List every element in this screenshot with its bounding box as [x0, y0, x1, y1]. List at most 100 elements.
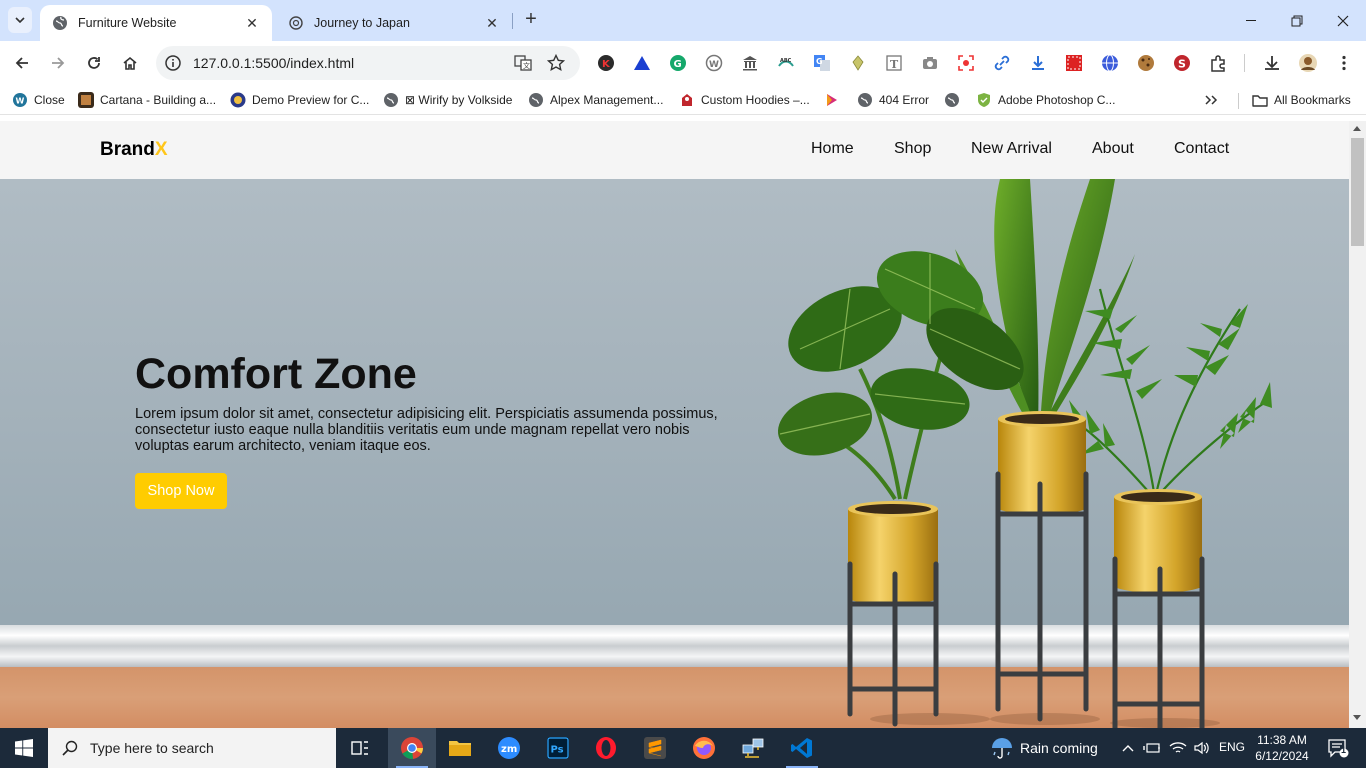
bookmark-wirify[interactable]: ⊠ Wirify by Volkside	[383, 91, 512, 109]
svg-text:W: W	[16, 97, 25, 106]
home-button[interactable]	[118, 51, 142, 75]
arrow-left-icon	[15, 57, 28, 69]
bookmark-cartana[interactable]: Cartana - Building a...	[78, 91, 216, 109]
bookmark-photoshop[interactable]: Adobe Photoshop C...	[976, 91, 1115, 109]
start-button[interactable]	[0, 728, 48, 768]
bookmark-404-error[interactable]: 404 Error	[857, 91, 929, 109]
tab-furniture-website[interactable]: Furniture Website ✕	[40, 5, 272, 41]
new-tab-button[interactable]: +	[520, 9, 542, 31]
tab-search-button[interactable]	[8, 7, 32, 33]
system-clock[interactable]: 11:38 AM 6/12/2024	[1254, 732, 1310, 764]
globe-icon	[384, 93, 398, 107]
taskbar-chrome[interactable]	[388, 728, 436, 768]
scroll-up-arrow-icon[interactable]	[1353, 126, 1361, 131]
abc-extension-icon[interactable]: ABC	[776, 53, 796, 73]
clock-time: 11:38 AM	[1257, 733, 1307, 747]
cookie-icon[interactable]	[1136, 53, 1156, 73]
network-computers-icon	[742, 738, 764, 758]
extensions-puzzle-icon[interactable]	[1208, 53, 1228, 73]
grammarly-icon[interactable]: G	[668, 53, 688, 73]
weather-widget[interactable]	[982, 728, 1022, 768]
svg-text:zm: zm	[501, 744, 517, 755]
wordpress-icon[interactable]: W	[704, 53, 724, 73]
more-bookmarks-button[interactable]	[1204, 91, 1218, 109]
taskbar-photoshop[interactable]: Ps	[534, 728, 582, 768]
svg-text:S: S	[1178, 58, 1186, 71]
taskbar-file-explorer[interactable]	[436, 728, 484, 768]
battery-tray[interactable]	[1140, 728, 1164, 768]
globe-icon	[529, 93, 543, 107]
svg-text:Ps: Ps	[551, 745, 564, 756]
downloads-icon[interactable]	[1262, 53, 1282, 73]
extension-k-icon[interactable]: K	[596, 53, 616, 73]
translate-icon[interactable]: 文	[514, 54, 532, 72]
site-logo[interactable]: BrandX	[100, 139, 168, 161]
minimize-button[interactable]	[1228, 0, 1274, 41]
bookmark-alpex[interactable]: Alpex Management...	[528, 91, 663, 109]
bookmark-globe[interactable]	[944, 91, 966, 109]
download-extension-icon[interactable]	[1028, 53, 1048, 73]
reload-icon	[88, 57, 100, 69]
windows-taskbar: Type here to search zm Ps Rain coming EN…	[0, 728, 1366, 768]
screenshot-icon[interactable]	[956, 53, 976, 73]
close-tab-icon[interactable]: ✕	[244, 15, 260, 31]
speaker-icon	[1194, 741, 1209, 755]
bookmark-close[interactable]: W Close	[12, 91, 65, 109]
sublime-text-icon	[644, 737, 666, 759]
nav-contact[interactable]: Contact	[1174, 140, 1229, 158]
notifications-button[interactable]: 1	[1318, 728, 1358, 768]
all-bookmarks-button[interactable]: All Bookmarks	[1252, 91, 1351, 109]
bookmark-star-icon[interactable]	[547, 54, 565, 72]
page-scrollbar[interactable]	[1349, 121, 1366, 728]
show-hidden-icons-button[interactable]	[1118, 728, 1138, 768]
bank-icon[interactable]	[740, 53, 760, 73]
taskbar-opera[interactable]	[582, 728, 630, 768]
shop-now-button[interactable]: Shop Now	[135, 473, 227, 509]
nav-about[interactable]: About	[1092, 140, 1134, 158]
back-button[interactable]	[10, 51, 34, 75]
link-icon[interactable]	[992, 53, 1012, 73]
scrollbar-thumb[interactable]	[1351, 138, 1364, 246]
nav-shop[interactable]: Shop	[894, 140, 931, 158]
taskbar-sublime-text[interactable]	[631, 728, 679, 768]
hero-section: Comfort Zone Lorem ipsum dolor sit amet,…	[0, 179, 1349, 728]
tab-journey-to-japan[interactable]: Journey to Japan ✕	[276, 5, 512, 41]
folder-icon	[1252, 95, 1268, 107]
taskbar-search[interactable]: Type here to search	[48, 728, 336, 768]
bookmark-icon-only[interactable]	[824, 91, 846, 109]
taskbar-zoom[interactable]: zm	[485, 728, 533, 768]
site-info-icon[interactable]	[164, 54, 182, 72]
globe-extension-icon[interactable]	[1100, 53, 1120, 73]
gem-icon[interactable]	[848, 53, 868, 73]
chrome-icon	[401, 737, 423, 760]
nav-new-arrival[interactable]: New Arrival	[971, 140, 1052, 158]
close-window-button[interactable]	[1320, 0, 1366, 41]
globe-icon	[858, 93, 872, 107]
task-view-button[interactable]	[336, 728, 384, 768]
nav-home[interactable]: Home	[811, 140, 854, 158]
close-tab-icon[interactable]: ✕	[484, 15, 500, 31]
google-translate-icon[interactable]: G	[812, 53, 832, 73]
address-bar[interactable]: 127.0.0.1:5500/index.html 文	[156, 46, 580, 80]
bookmark-label: Cartana - Building a...	[100, 93, 217, 107]
s-extension-icon[interactable]: S	[1172, 53, 1192, 73]
taskbar-firefox[interactable]	[680, 728, 728, 768]
language-indicator[interactable]: ENG	[1219, 740, 1245, 754]
taskbar-vscode[interactable]	[778, 728, 826, 768]
profile-avatar[interactable]	[1298, 53, 1318, 73]
wifi-tray[interactable]	[1166, 728, 1190, 768]
scroll-down-arrow-icon[interactable]	[1353, 715, 1361, 720]
colorzilla-icon[interactable]	[1064, 53, 1084, 73]
restore-button[interactable]	[1274, 0, 1320, 41]
forward-button[interactable]	[46, 51, 70, 75]
camera-icon[interactable]	[920, 53, 940, 73]
menu-kebab-icon[interactable]	[1334, 53, 1354, 73]
extension-triangle-icon[interactable]	[632, 53, 652, 73]
taskbar-network-app[interactable]	[729, 728, 777, 768]
bookmark-custom-hoodies[interactable]: Custom Hoodies –...	[679, 91, 810, 109]
text-extension-icon[interactable]: T	[884, 53, 904, 73]
bookmark-demo-preview[interactable]: Demo Preview for C...	[230, 91, 369, 109]
volume-tray[interactable]	[1190, 728, 1214, 768]
bookmark-label: ⊠ Wirify by Volkside	[405, 93, 513, 107]
reload-button[interactable]	[82, 51, 106, 75]
